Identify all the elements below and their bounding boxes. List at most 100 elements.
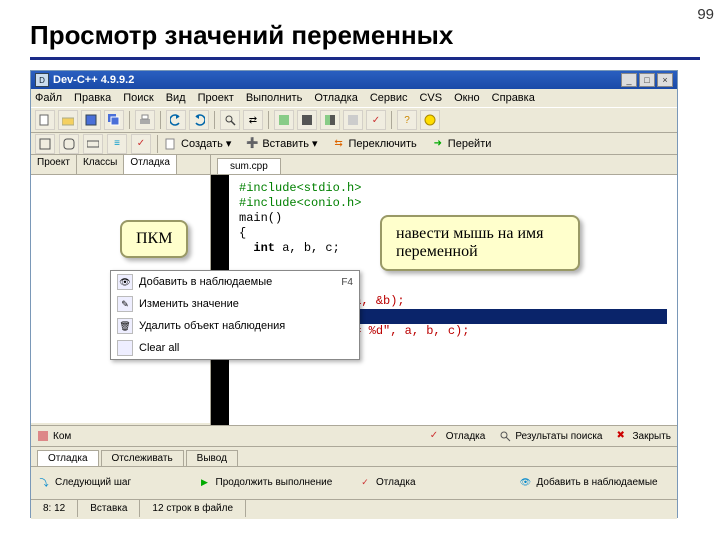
ctx-item-label: Удалить объект наблюдения [139,320,285,332]
ctx-clear-all[interactable]: Clear all [111,337,359,359]
menu-tools[interactable]: Сервис [370,92,408,104]
about-icon[interactable] [420,110,440,130]
menubar: Файл Правка Поиск Вид Проект Выполнить О… [31,89,677,107]
close-button[interactable]: × [657,73,673,87]
output-tab-debug[interactable]: Отладка [446,431,486,442]
editor-tab-file[interactable]: sum.cpp [217,158,281,174]
debug-tab-icon: ✓ [430,430,442,442]
menu-view[interactable]: Вид [166,92,186,104]
shape-rounded-icon[interactable] [59,134,79,154]
toolbar-shapes: ≡ ✓ Создать ▾ ➕ Вставить ▾ ⇆ Переключить… [31,133,677,155]
maximize-button[interactable]: □ [639,73,655,87]
insert-button[interactable]: Вставить [262,138,309,150]
menu-window[interactable]: Окно [454,92,480,104]
ctx-item-label: Изменить значение [139,298,239,310]
save-icon[interactable] [81,110,101,130]
sidebar-tab-project[interactable]: Проект [31,155,77,174]
debug-start-button[interactable]: Отладка [376,477,416,488]
ctx-add-watch[interactable]: 👁 Добавить в наблюдаемые F4 [111,271,359,293]
ctx-item-shortcut: F4 [341,277,353,288]
find-icon[interactable] [220,110,240,130]
menu-help[interactable]: Справка [492,92,535,104]
results-tab-icon [499,430,511,442]
app-logo-icon: D [35,73,49,87]
status-mode: Вставка [78,500,140,517]
new-icon [164,137,178,151]
debug-tab-watch[interactable]: Отслеживать [101,450,184,466]
menu-edit[interactable]: Правка [74,92,111,104]
goto-button[interactable]: Перейти [448,138,492,150]
debug-tab-output[interactable]: Вывод [186,450,238,466]
menu-run[interactable]: Выполнить [246,92,302,104]
add-watch-icon: 👁 [117,274,133,290]
add-watch-icon: 👁 [519,476,533,488]
shape-square-icon[interactable] [35,134,55,154]
replace-icon[interactable]: ⇄ [243,110,263,130]
compile-run-icon[interactable] [320,110,340,130]
debug-start-icon: ✓ [358,476,372,488]
output-tab-compile[interactable]: Ком [53,431,71,442]
menu-project[interactable]: Проект [198,92,234,104]
shape-wide-icon[interactable] [83,134,103,154]
run-icon[interactable] [297,110,317,130]
clear-icon [117,340,133,356]
dropdown-icon[interactable]: ▾ [226,137,232,150]
compile-tab-icon [37,430,49,442]
status-lines: 12 строк в файле [140,500,246,517]
editor-tabs: sum.cpp [211,155,677,175]
undo-icon[interactable] [166,110,186,130]
minimize-button[interactable]: _ [621,73,637,87]
ctx-item-label: Добавить в наблюдаемые [139,276,272,288]
add-watch-button[interactable]: Добавить в наблюдаемые [537,477,658,488]
open-icon[interactable] [58,110,78,130]
sidebar-tab-classes[interactable]: Классы [77,155,124,174]
continue-icon: ▶ [198,476,212,488]
code-line: #include<conio.h> [239,196,667,211]
titlebar: D Dev-C++ 4.9.9.2 _ □ × [31,71,677,89]
menu-file[interactable]: Файл [35,92,62,104]
new-button[interactable]: Создать [181,138,223,150]
ctx-modify-value[interactable]: ✎ Изменить значение [111,293,359,315]
shape-lines-icon[interactable]: ≡ [107,134,127,154]
toolbar-main: ⇄ ✓ ? [31,107,677,133]
switch-icon: ⇆ [332,137,346,151]
dropdown-icon[interactable]: ▾ [312,137,318,150]
help-icon[interactable]: ? [397,110,417,130]
output-tab-close[interactable]: Закрыть [632,431,671,442]
shape-check-icon[interactable]: ✓ [131,134,151,154]
modify-icon: ✎ [117,296,133,312]
status-cursor-pos: 8: 12 [31,500,78,517]
ctx-remove-watch[interactable]: 🗑 Удалить объект наблюдения [111,315,359,337]
goto-icon: ➜ [431,137,445,151]
close-tab-icon: ✖ [616,430,628,442]
output-tab-results[interactable]: Результаты поиска [515,431,602,442]
window-title: Dev-C++ 4.9.9.2 [53,74,617,86]
ctx-item-label: Clear all [139,342,179,354]
rebuild-icon[interactable] [343,110,363,130]
debug-icon[interactable]: ✓ [366,110,386,130]
callout-rmb: ПКМ [120,220,188,258]
title-rule [30,57,700,60]
new-file-icon[interactable] [35,110,55,130]
next-step-icon: ⤵ [37,476,51,488]
sidebar-tab-debug[interactable]: Отладка [124,155,177,174]
context-menu: 👁 Добавить в наблюдаемые F4 ✎ Изменить з… [110,270,360,360]
redo-icon[interactable] [189,110,209,130]
output-tabs: Ком ✓ Отладка Результаты поиска ✖ Закрыть [31,425,677,447]
callout-hover: навести мышь на имя переменной [380,215,580,271]
sidebar-tabs: Проект Классы Отладка [31,155,210,175]
debug-tab-debug[interactable]: Отладка [37,450,99,466]
print-icon[interactable] [135,110,155,130]
insert-icon: ➕ [245,137,259,151]
switch-button[interactable]: Переключить [349,138,417,150]
menu-debug[interactable]: Отладка [314,92,357,104]
trash-icon: 🗑 [117,318,133,334]
next-step-button[interactable]: Следующий шаг [55,477,131,488]
menu-cvs[interactable]: CVS [419,92,442,104]
continue-button[interactable]: Продолжить выполнение [216,477,333,488]
menu-search[interactable]: Поиск [123,92,153,104]
save-all-icon[interactable] [104,110,124,130]
page-number: 99 [697,6,714,23]
slide-title: Просмотр значений переменных [0,0,720,55]
compile-icon[interactable] [274,110,294,130]
